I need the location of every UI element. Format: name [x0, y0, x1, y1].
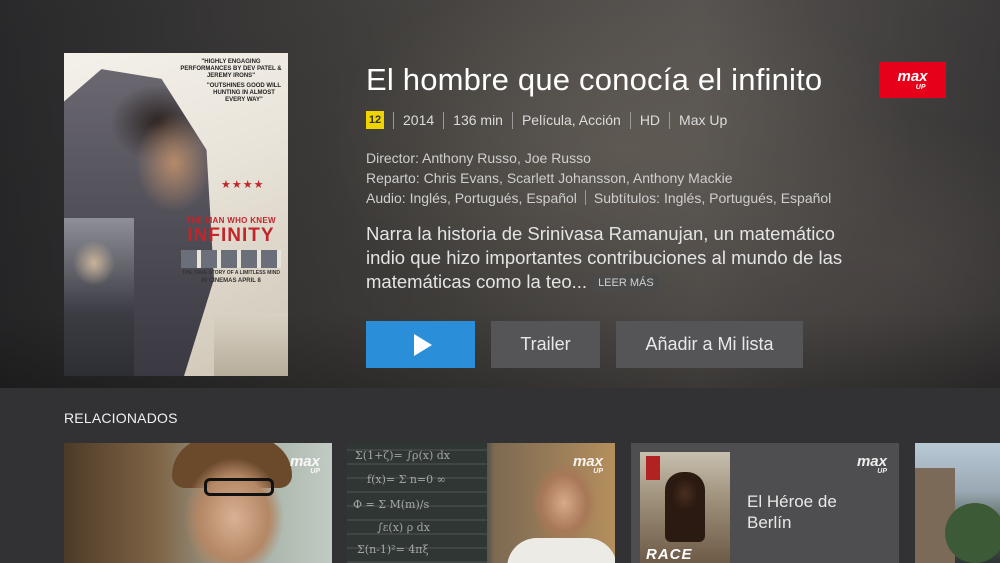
read-more-button[interactable]: LEER MÁS — [593, 274, 659, 293]
card-image-shirt — [507, 538, 615, 563]
poster-tagline: THE TRUE STORY OF A LIMITLESS MIND — [182, 270, 280, 276]
poster-title-main: INFINITY — [187, 225, 275, 246]
movie-credits: Director: Anthony Russo, Joe Russo Repar… — [366, 148, 831, 208]
poster-runner — [665, 472, 705, 542]
max-up-logo: max UP — [857, 454, 887, 475]
related-card-2[interactable]: Σ(1+ζ)= ∫ρ(x) dx f(x)= Σ n=0 ∞ Φ = Σ M(m… — [347, 443, 615, 563]
poster-title-top: THE MAN WHO KNEW — [186, 216, 276, 225]
poster-stars: ★★★★ — [221, 179, 265, 191]
chalk-formula: Σ(n-1)²= 4πξ — [357, 543, 429, 556]
poster-race-text: RACE — [646, 546, 693, 563]
card-image-chalkboard: Σ(1+ζ)= ∫ρ(x) dx f(x)= Σ n=0 ∞ Φ = Σ M(m… — [347, 443, 487, 563]
poster-figure-secondary — [64, 218, 134, 376]
poster-release: IN CINEMAS APRIL 8 — [201, 278, 261, 284]
meta-provider: Max Up — [679, 112, 728, 128]
max-up-logo: max UP — [879, 62, 946, 98]
meta-genre: Película, Acción — [521, 112, 621, 128]
related-card-1[interactable]: max UP — [64, 443, 332, 563]
chalk-formula: ∫ε(x) ρ dx — [377, 521, 430, 534]
play-button[interactable] — [366, 321, 475, 368]
poster-desk — [214, 313, 288, 376]
credits-divider — [584, 190, 586, 205]
related-card-title: El Héroe de Berlín — [747, 492, 837, 532]
age-rating-badge: 12 — [366, 111, 384, 129]
poster-quote-1: "HIGHLY ENGAGING PERFORMANCES BY DEV PAT… — [180, 59, 282, 79]
play-icon — [413, 333, 432, 356]
movie-poster: "HIGHLY ENGAGING PERFORMANCES BY DEV PAT… — [64, 53, 288, 376]
poster-cast-thumbnails — [181, 250, 281, 268]
audio-text: Audio: Inglés, Portugués, Español — [366, 190, 577, 206]
movie-meta: 12 2014 136 min Película, Acción HD Max … — [366, 111, 727, 129]
audio-subtitles-line: Audio: Inglés, Portugués, Español Subtítu… — [366, 188, 831, 208]
card-poster-thumbnail: RACE — [640, 452, 730, 563]
director-line: Director: Anthony Russo, Joe Russo — [366, 150, 591, 166]
add-to-my-list-button[interactable]: Añadir a Mi lista — [616, 321, 803, 368]
subtitles-text: Subtítulos: Inglés, Portugués, Español — [593, 190, 832, 206]
related-card-3[interactable]: RACE El Héroe de Berlín max UP — [631, 443, 899, 563]
poster-quote-2: "OUTSHINES GOOD WILL HUNTING IN ALMOST E… — [206, 83, 282, 103]
related-heading: RELACIONADOS — [64, 410, 178, 426]
movie-synopsis: Narra la historia de Srinivasa Ramanujan… — [366, 222, 866, 294]
max-up-logo: max UP — [290, 454, 320, 475]
meta-divider — [629, 111, 631, 129]
chalk-formula: Σ(1+ζ)= ∫ρ(x) dx — [355, 449, 450, 462]
card-image-tree — [945, 503, 1000, 563]
movie-title: El hombre que conocía el infinito — [366, 62, 823, 97]
card-image-glasses — [204, 478, 274, 496]
meta-divider — [669, 111, 671, 129]
trailer-button[interactable]: Trailer — [491, 321, 600, 368]
logo-text: max — [897, 67, 928, 85]
meta-divider — [511, 111, 513, 129]
poster-flag — [646, 456, 660, 480]
meta-divider — [393, 111, 394, 129]
logo-sub: UP — [915, 83, 926, 91]
max-up-logo: max UP — [573, 454, 603, 475]
meta-quality: HD — [639, 112, 661, 128]
chalk-formula: Φ = Σ M(m)/s — [353, 498, 430, 511]
cast-line: Reparto: Chris Evans, Scarlett Johansson… — [366, 170, 733, 186]
meta-year: 2014 — [403, 112, 435, 128]
meta-divider — [443, 111, 445, 129]
chalk-formula: f(x)= Σ n=0 ∞ — [367, 473, 446, 486]
related-card-4[interactable] — [915, 443, 1000, 563]
meta-duration: 136 min — [453, 112, 503, 128]
card-image-face — [179, 448, 289, 563]
